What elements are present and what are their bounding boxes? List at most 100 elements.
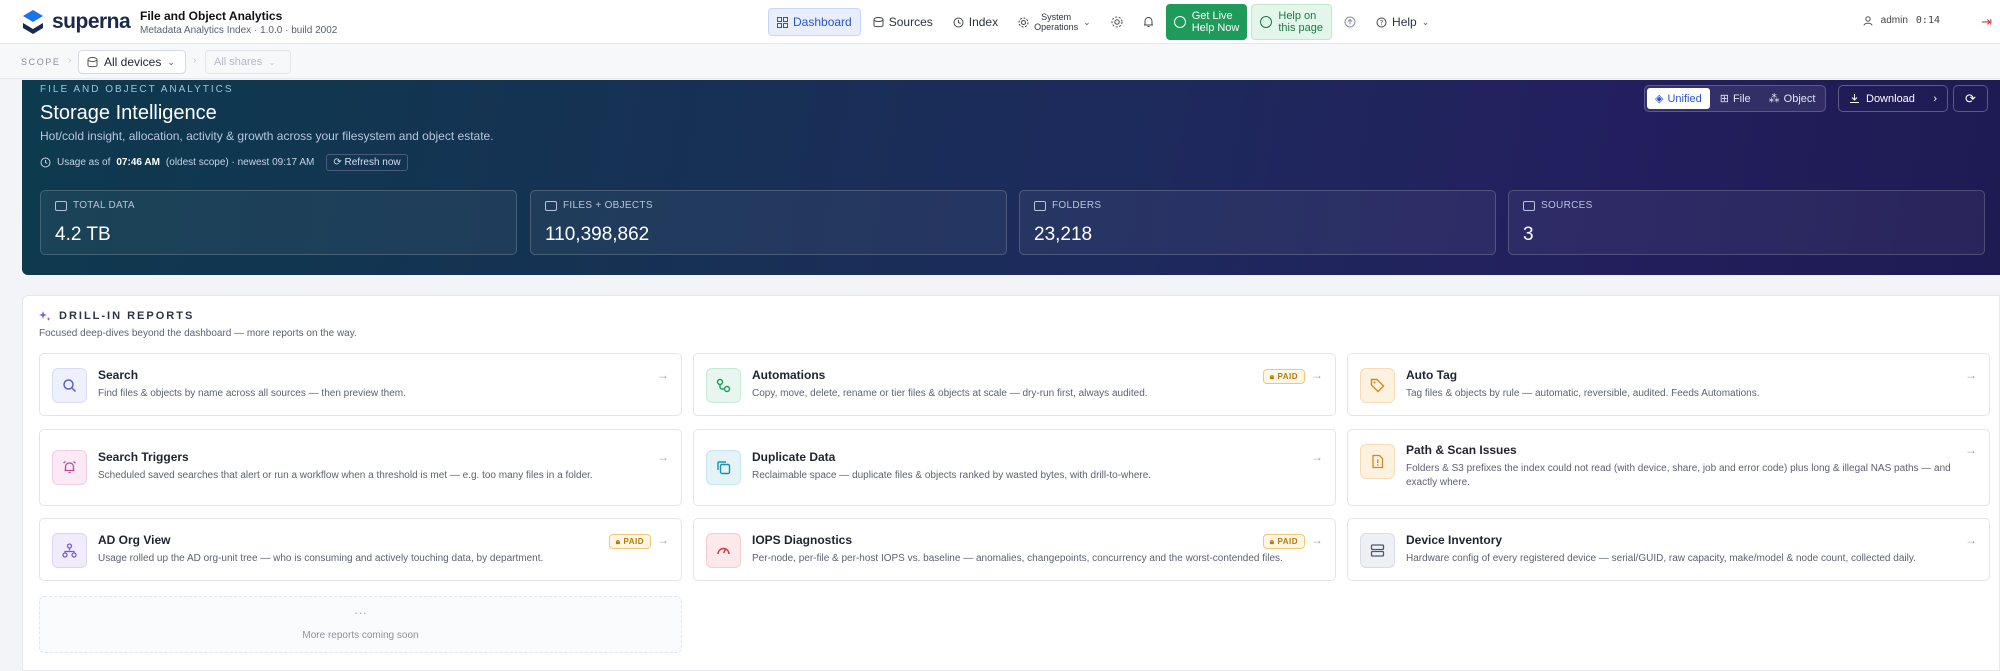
org-tree-icon [52,533,87,568]
folder-tree-icon [1034,200,1046,211]
nav-sources[interactable]: Sources [865,8,941,36]
download-button[interactable]: Download › [1838,85,1948,112]
stat-card-folders: FOLDERS 23,218 [1019,190,1496,255]
view-mode-object[interactable]: ⁂ Object [1761,88,1824,109]
report-card-search-triggers[interactable]: Search Triggers Scheduled saved searches… [39,429,682,506]
view-mode-file[interactable]: ⊞ File [1712,88,1759,109]
report-card-search[interactable]: Search Find files & objects by name acro… [39,353,682,416]
arrow-right-icon: → [1311,450,1323,464]
help-circle-icon: ? [1376,17,1387,27]
tag-icon [1360,368,1395,403]
reports-subtitle: Focused deep-dives beyond the dashboard … [39,328,357,339]
paid-label: PAID [1277,537,1298,546]
stat-total-data-value: 4.2 TB [55,224,111,245]
help-page-line1: Help on [1278,10,1317,22]
get-live-help-line2: Help Now [1191,22,1240,34]
notifications-button[interactable] [1135,8,1162,36]
report-desc: Folders & S3 prefixes the index could no… [1406,463,1951,488]
hero-subtitle: Hot/cold insight, allocation, activity &… [40,129,494,143]
sysops-line2: Operations [1034,22,1079,32]
arrow-right-icon: → [1311,533,1323,547]
nav-system-operations-label: System Operations [1034,12,1078,32]
nav-help[interactable]: ? Help ⌄ [1368,8,1437,36]
stat-label: FOLDERS [1034,200,1101,211]
report-card-automations[interactable]: Automations Copy, move, delete, rename o… [693,353,1336,416]
nav-help-label: Help [1392,15,1417,29]
settings-icon [1111,16,1123,28]
arrow-right-icon: → [657,368,669,382]
coming-soon-text: More reports coming soon [302,630,419,641]
nav-dashboard[interactable]: Dashboard [768,8,861,36]
shares-select[interactable]: All shares ⌄ [205,50,291,74]
report-title: Duplicate Data [752,450,836,464]
view-mode-toggle: ◈ Unified ⊞ File ⁂ Object [1644,85,1827,112]
report-card-device-inventory[interactable]: Device Inventory Hardware config of ever… [1347,518,1990,581]
nav-index[interactable]: Index [945,8,1006,36]
nav-system-operations[interactable]: System Operations ⌄ [1010,8,1099,36]
stat-sources-label: SOURCES [1541,200,1593,211]
get-live-help-button[interactable]: Get Live Help Now [1165,4,1248,40]
usage-time: 07:46 AM [116,157,160,168]
stat-card-files-objects: FILES + OBJECTS 110,398,862 [530,190,1007,255]
user-icon [1863,15,1873,26]
report-title: Search Triggers [98,450,189,464]
lock-icon: 🔒︎ [615,536,621,546]
refresh-button[interactable]: ⟳ [1953,85,1988,112]
stat-folders-value: 23,218 [1034,224,1093,245]
session-timer: 0:14 [1915,15,1940,26]
paid-label: PAID [623,537,644,546]
grid-icon [777,16,788,28]
report-card-duplicate-data[interactable]: Duplicate Data Reclaimable space — dupli… [693,429,1336,506]
device-select[interactable]: All devices ⌄ [78,50,186,74]
report-card-iops-diagnostics[interactable]: IOPS Diagnostics Per-node, per-file & pe… [693,518,1336,581]
view-mode-unified[interactable]: ◈ Unified [1647,88,1710,109]
up-arrow-button[interactable] [1336,8,1364,36]
report-card-ad-org-view[interactable]: AD Org View Usage rolled up the AD org-u… [39,518,682,581]
usage-info: Usage as of 07:46 AM (oldest scope) · ne… [40,154,408,171]
stat-card-total-data: TOTAL DATA 4.2 TB [40,190,517,255]
file-warning-icon [1360,444,1395,479]
database-icon [1523,200,1535,211]
view-mode-file-label: File [1732,92,1751,105]
stat-folders-label: FOLDERS [1052,200,1102,211]
logout-icon[interactable]: ⇥ [1981,14,1992,30]
chevron-down-icon: ⌄ [1421,16,1430,27]
get-live-help-line1: Get Live [1191,10,1233,22]
chevron-right-icon: › [1933,92,1937,105]
refresh-now-button[interactable]: ⟳ Refresh now [326,154,408,171]
report-title: Automations [752,368,826,382]
stat-total-data-label: TOTAL DATA [73,200,135,211]
stat-sources-value: 3 [1523,224,1534,245]
alarm-icon [52,450,87,485]
reports-title: DRILL-IN REPORTS [39,310,194,322]
reports-title-text: DRILL-IN REPORTS [59,310,195,322]
scope-separator: › [193,55,197,66]
help-on-this-page-button[interactable]: Help on this page [1251,4,1333,40]
user-menu[interactable]: admin 0:14 [1863,15,1940,26]
report-card-auto-tag[interactable]: Auto Tag Tag files & objects by rule — a… [1347,353,1990,416]
superna-logo[interactable]: superna [20,8,131,36]
arrow-up-circle-icon [1344,16,1356,28]
report-card-path-scan-issues[interactable]: Path & Scan Issues Folders & S3 prefixes… [1347,429,1990,506]
device-select-value: All devices [104,55,162,69]
chevron-down-icon: ⌄ [167,56,175,67]
copy-icon [706,450,741,485]
refresh-icon: ⟳ [1965,90,1976,106]
database-icon [87,56,98,67]
stat-label: FILES + OBJECTS [545,200,653,211]
report-desc: Find files & objects by name across all … [98,388,406,399]
drill-in-reports-panel: DRILL-IN REPORTS Focused deep-dives beyo… [22,295,2000,671]
help-on-this-page-label: Help on this page [1278,10,1323,34]
files-icon [545,200,557,211]
get-live-help-label: Get Live Help Now [1192,10,1240,34]
view-mode-object-label: Object [1783,92,1816,105]
hero-kicker: FILE AND OBJECT ANALYTICS [40,84,234,95]
report-desc: Usage rolled up the AD org-unit tree — w… [98,553,544,564]
paid-badge: 🔒︎ PAID [1262,369,1305,384]
sparkles-icon [39,311,51,321]
settings-button[interactable] [1103,8,1131,36]
report-desc: Hardware config of every registered devi… [1406,553,1916,564]
workflow-icon [706,368,741,403]
download-label: Download [1866,92,1915,105]
database-icon [873,16,884,27]
